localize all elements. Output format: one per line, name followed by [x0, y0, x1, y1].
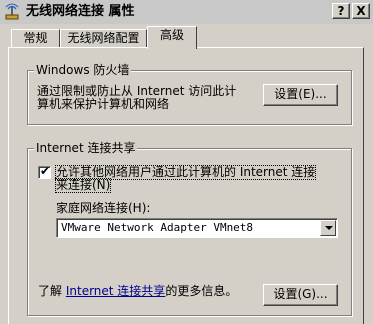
window-title: 无线网络连接 属性 — [26, 4, 135, 19]
tab-general[interactable]: 常规 — [11, 29, 60, 48]
checkmark-icon: ✔ — [40, 164, 51, 178]
network-connection-icon — [5, 3, 19, 20]
allow-sharing-checkbox[interactable]: ✔ — [38, 164, 51, 179]
home-network-label: 家庭网络连接(H): — [56, 201, 151, 215]
title-bar: 无线网络连接 属性 ? X — [0, 0, 373, 24]
learn-more-text: 了解 Internet 连接共享的更多信息。 — [38, 285, 237, 298]
learn-more-prefix: 了解 — [38, 284, 63, 298]
home-network-select[interactable]: VMware Network Adapter VMnet8 — [56, 218, 338, 238]
tab-strip: 常规 无线网络配置 高级 — [0, 24, 373, 49]
home-network-value: VMware Network Adapter VMnet8 — [61, 221, 254, 234]
tab-wireless-config[interactable]: 无线网络配置 — [60, 29, 147, 48]
allow-sharing-label-line2[interactable]: 来连接(N) — [54, 178, 112, 193]
firewall-group-legend: Windows 防火墙 — [34, 63, 132, 77]
ics-settings-button[interactable]: 设置(G)... — [263, 284, 338, 306]
chevron-down-icon[interactable] — [320, 220, 336, 236]
tab-advanced[interactable]: 高级 — [147, 26, 197, 49]
ics-help-link[interactable]: Internet 连接共享 — [66, 284, 165, 298]
close-button[interactable]: X — [352, 3, 370, 19]
learn-more-suffix: 的更多信息。 — [165, 284, 238, 298]
help-button[interactable]: ? — [332, 3, 350, 19]
ics-group-legend: Internet 连接共享 — [34, 141, 138, 155]
firewall-description-line2: 算机来保护计算机和网络 — [37, 97, 170, 111]
firewall-settings-button[interactable]: 设置(E)... — [263, 84, 338, 106]
